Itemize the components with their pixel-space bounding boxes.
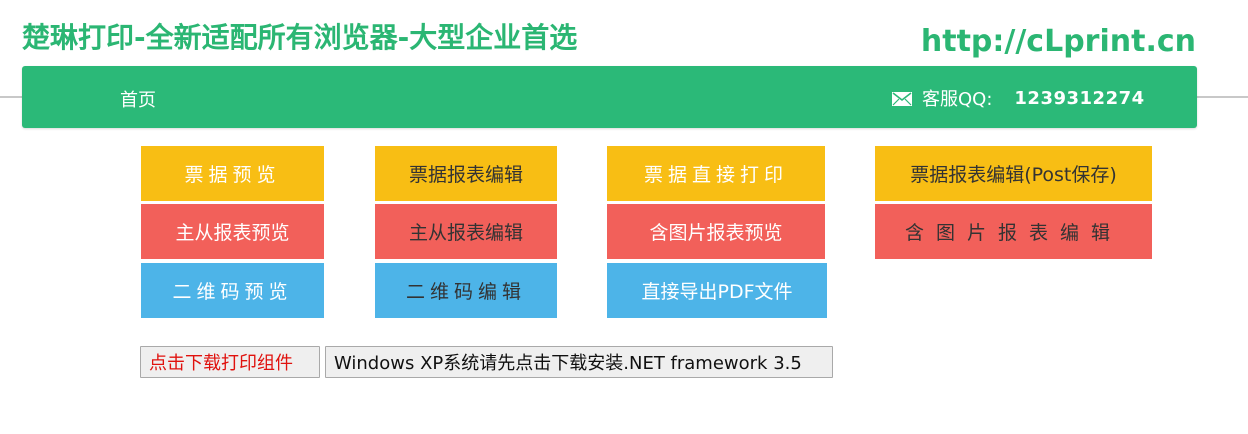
download-dotnet-framework-button[interactable]: Windows XP系统请先点击下载安装.NET framework 3.5 <box>325 346 833 378</box>
tile-receipt-direct-print[interactable]: 票据直接打印 <box>607 146 825 201</box>
navbar: 首页 客服QQ: 1239312274 <box>22 66 1197 128</box>
page: 楚琳打印-全新适配所有浏览器-大型企业首选 http://cLprint.cn … <box>0 0 1248 434</box>
site-title: 楚琳打印-全新适配所有浏览器-大型企业首选 <box>22 21 578 54</box>
mail-icon <box>892 91 912 106</box>
tile-master-detail-edit[interactable]: 主从报表编辑 <box>375 204 557 259</box>
tile-image-report-preview[interactable]: 含图片报表预览 <box>607 204 825 259</box>
tile-receipt-report-edit[interactable]: 票据报表编辑 <box>375 146 557 201</box>
contact-info: 客服QQ: 1239312274 <box>892 86 1145 110</box>
contact-label: 客服QQ: <box>922 89 993 110</box>
tile-master-detail-preview[interactable]: 主从报表预览 <box>141 204 324 259</box>
download-print-component-button[interactable]: 点击下载打印组件 <box>140 346 320 378</box>
site-url: http://cLprint.cn <box>920 24 1196 59</box>
tile-receipt-report-edit-post[interactable]: 票据报表编辑(Post保存) <box>875 146 1152 201</box>
tile-qrcode-edit[interactable]: 二维码编辑 <box>375 263 557 318</box>
tile-qrcode-preview[interactable]: 二维码预览 <box>141 263 324 318</box>
tile-export-pdf[interactable]: 直接导出PDF文件 <box>607 263 827 318</box>
nav-home-link[interactable]: 首页 <box>120 86 156 112</box>
tile-image-report-edit[interactable]: 含图片报表编辑 <box>875 204 1152 259</box>
contact-qq-number: 1239312274 <box>1014 87 1145 109</box>
tile-receipt-preview[interactable]: 票据预览 <box>141 146 324 201</box>
